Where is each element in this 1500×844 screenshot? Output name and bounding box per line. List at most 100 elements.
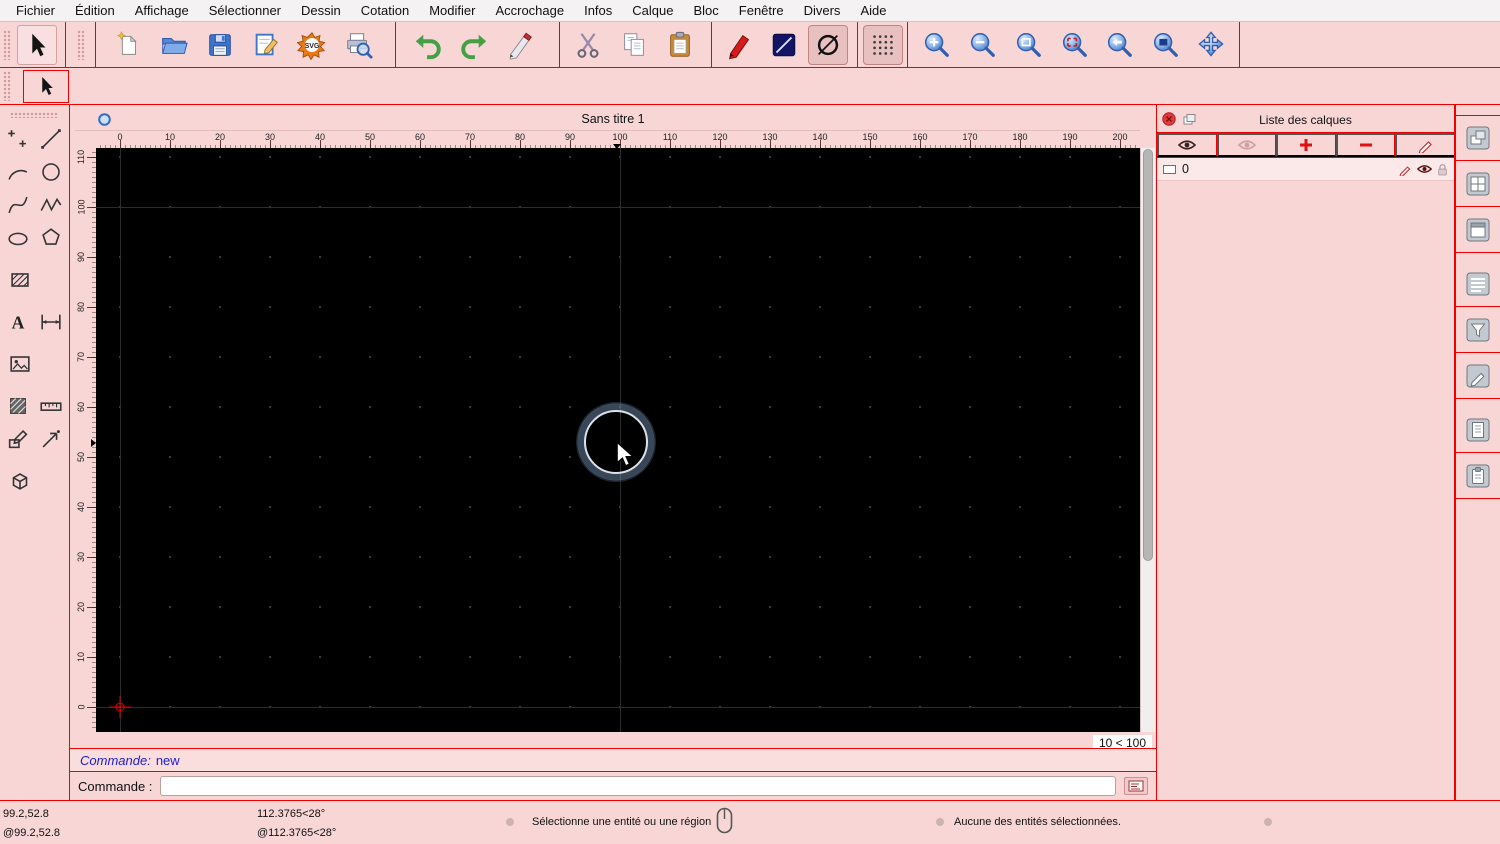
menu-item[interactable]: Modifier xyxy=(419,0,485,22)
blocks-dock-icon xyxy=(1466,172,1490,195)
menu-item[interactable]: Cotation xyxy=(351,0,419,22)
layer-visibility-eye-icon[interactable] xyxy=(1417,164,1432,174)
zoom-in-button[interactable] xyxy=(916,25,956,65)
h-ruler-label: 170 xyxy=(962,132,978,142)
document-titlebar[interactable]: Sans titre 1 xyxy=(70,109,1156,129)
select-arrow-icon xyxy=(42,77,53,95)
print-preview-button[interactable] xyxy=(338,25,378,65)
select-tool-button-2[interactable] xyxy=(29,72,63,100)
grid-meta-line-y100 xyxy=(96,207,1140,208)
v-ruler-label: 50 xyxy=(76,451,87,463)
h-ruler-label: 200 xyxy=(1112,132,1128,142)
toolbar-drag-handle[interactable] xyxy=(76,29,85,60)
paste-button[interactable] xyxy=(660,25,700,65)
pen-dock-toggle[interactable] xyxy=(1456,353,1500,399)
command-options-button[interactable] xyxy=(1124,777,1148,795)
menu-item[interactable]: Dessin xyxy=(291,0,351,22)
remove-layer-button[interactable] xyxy=(1335,133,1396,157)
layers-list: 0 xyxy=(1157,158,1454,181)
layer-swatch-icon[interactable] xyxy=(1163,164,1176,174)
pen-edit-button[interactable] xyxy=(500,25,540,65)
image-tool-button[interactable] xyxy=(5,349,35,379)
zoom-out-button[interactable] xyxy=(962,25,1002,65)
toolbar-drag-handle[interactable] xyxy=(3,71,11,101)
palette-drag-handle[interactable] xyxy=(10,112,59,118)
menu-item[interactable]: Divers xyxy=(794,0,851,22)
blocks-dock-toggle[interactable] xyxy=(1456,161,1500,207)
polyline-tool-button[interactable] xyxy=(36,190,66,220)
menu-item[interactable]: Sélectionner xyxy=(199,0,291,22)
menu-item[interactable]: Affichage xyxy=(125,0,199,22)
filter-dock-toggle[interactable] xyxy=(1456,307,1500,353)
command-input-row: Commande : xyxy=(70,772,1156,800)
open-button[interactable] xyxy=(154,25,194,65)
menu-item[interactable]: Infos xyxy=(574,0,622,22)
points-tool-button[interactable] xyxy=(3,124,33,154)
menu-item[interactable]: Aide xyxy=(850,0,896,22)
scrollbar-thumb[interactable] xyxy=(1143,149,1153,561)
polygon-tool-button[interactable] xyxy=(36,223,66,253)
spline-tool-button[interactable] xyxy=(3,190,33,220)
zoom-window-button[interactable] xyxy=(1145,25,1185,65)
svg-export-button[interactable]: SVG xyxy=(292,25,332,65)
image-tool-icon xyxy=(10,356,30,372)
secondary-toolbar xyxy=(0,68,1500,105)
menu-item[interactable]: Fenêtre xyxy=(729,0,794,22)
circle-tool-button[interactable] xyxy=(36,157,66,187)
menu-item[interactable]: Accrochage xyxy=(485,0,574,22)
toolbar-group-handle xyxy=(66,22,96,67)
line-tool-button[interactable] xyxy=(36,124,66,154)
layers-dock-toggle[interactable] xyxy=(1456,115,1500,161)
save-as-button[interactable] xyxy=(246,25,286,65)
layer-edit-pencil-icon[interactable] xyxy=(1399,163,1412,176)
hide-construction-layers-button[interactable] xyxy=(1216,133,1277,157)
snap-tool-button[interactable] xyxy=(36,424,66,454)
modify-tool-button[interactable] xyxy=(3,424,33,454)
window-dock-toggle[interactable] xyxy=(1456,207,1500,253)
measure-tool-button[interactable] xyxy=(36,391,66,421)
menu-item[interactable]: Édition xyxy=(65,0,125,22)
copy-button[interactable] xyxy=(614,25,654,65)
new-document-button[interactable] xyxy=(108,25,148,65)
solid-tool-button[interactable] xyxy=(5,466,35,496)
edit-layer-button[interactable] xyxy=(1395,133,1454,157)
order-tool-button[interactable] xyxy=(3,391,33,421)
toolbar-drag-handle[interactable] xyxy=(3,29,11,60)
grid-toggle-button[interactable] xyxy=(862,24,903,65)
hatch-tool-button[interactable] xyxy=(5,265,35,295)
drawing-canvas[interactable] xyxy=(96,148,1140,732)
save-button[interactable] xyxy=(200,25,240,65)
vertical-scrollbar[interactable] xyxy=(1140,148,1155,732)
redo-button[interactable] xyxy=(454,25,494,65)
line-attributes-button[interactable] xyxy=(764,25,804,65)
arc-tool-button[interactable] xyxy=(3,157,33,187)
undo-button[interactable] xyxy=(408,25,448,65)
menu-item[interactable]: Fichier xyxy=(6,0,65,22)
dimension-tool-button[interactable] xyxy=(36,307,66,337)
command-input[interactable] xyxy=(160,776,1116,796)
list-dock-toggle[interactable] xyxy=(1456,261,1500,307)
zoom-auto-button[interactable] xyxy=(1008,25,1048,65)
layers-dock-icon xyxy=(1466,126,1490,150)
show-all-layers-button[interactable] xyxy=(1157,133,1217,157)
layer-lock-icon[interactable] xyxy=(1437,163,1448,176)
clipboard-dock-toggle[interactable] xyxy=(1456,453,1500,499)
zoom-previous-button[interactable] xyxy=(1054,25,1094,65)
zoom-pan-button[interactable] xyxy=(1099,25,1139,65)
text-tool-button[interactable]: A xyxy=(3,307,33,337)
menu-item[interactable]: Bloc xyxy=(683,0,728,22)
circle-attributes-button[interactable] xyxy=(808,24,848,65)
pan-view-button[interactable] xyxy=(1191,25,1231,65)
menu-item[interactable]: Calque xyxy=(622,0,683,22)
pen-attributes-button[interactable] xyxy=(720,25,760,65)
select-tool-button[interactable] xyxy=(17,24,57,65)
svg-export-icon: SVG xyxy=(297,31,326,60)
v-ruler-label: 60 xyxy=(76,401,87,413)
layer-row[interactable]: 0 xyxy=(1157,158,1454,181)
cut-button[interactable] xyxy=(568,25,608,65)
document-dock-toggle[interactable] xyxy=(1456,407,1500,453)
add-layer-button[interactable] xyxy=(1276,133,1336,157)
ellipse-tool-button[interactable] xyxy=(3,223,33,253)
grid-meta-line-y0 xyxy=(96,707,1140,708)
save-icon xyxy=(209,33,231,56)
